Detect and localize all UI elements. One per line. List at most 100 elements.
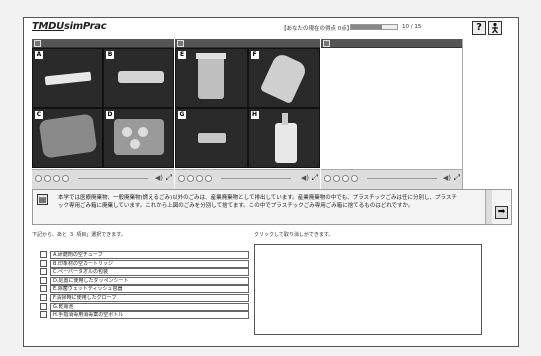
pump-shape	[281, 113, 288, 125]
avatar-button[interactable]	[488, 21, 502, 35]
lid-shape	[196, 53, 226, 59]
header-bar: TMDUsimPrac 【あなたの現在の得点 0点】 10 / 15 ?	[24, 18, 518, 38]
checkbox[interactable]	[40, 259, 47, 267]
glove-shape	[259, 51, 308, 105]
option-label[interactable]: E.除菌ウェットティッシュ容器	[50, 285, 249, 294]
seek-slider[interactable]	[221, 178, 291, 179]
play-button[interactable]	[178, 175, 185, 182]
seek-slider[interactable]	[367, 178, 437, 179]
app-logo: TMDUsimPrac	[32, 21, 107, 32]
instruction-suffix: 項目」選択できます。	[76, 232, 126, 238]
image-panel-1: A B C D ◀) ⤢	[32, 39, 174, 189]
panel-window-icon[interactable]	[34, 40, 41, 47]
option-label[interactable]: H.手指消毒用消毒薬の空ボトル	[50, 311, 249, 320]
panel-titlebar	[175, 39, 320, 48]
photo-label: F	[250, 51, 259, 59]
photo-label: D	[106, 111, 114, 119]
selected-answers-box[interactable]	[254, 244, 482, 335]
play-button[interactable]	[324, 175, 331, 182]
stop-button[interactable]	[53, 175, 60, 182]
instruction-prefix: 下記から、あと	[32, 232, 68, 238]
progress-text: 10 / 15	[402, 24, 422, 30]
pause-button[interactable]	[187, 175, 194, 182]
photo-a: A	[32, 48, 103, 108]
well-shape	[138, 127, 148, 137]
checkbox[interactable]	[40, 293, 47, 301]
well-shape	[130, 139, 140, 149]
option-label[interactable]: G.乾電池	[50, 302, 249, 311]
panel-window-icon[interactable]	[177, 40, 184, 47]
help-button[interactable]: ?	[472, 21, 486, 35]
panel-image: A B C D	[32, 48, 174, 168]
checkbox[interactable]	[40, 311, 47, 319]
score-label: 【あなたの現在の得点 0点】	[281, 26, 353, 32]
stop-button[interactable]	[196, 175, 203, 182]
photo-label: G	[178, 111, 186, 119]
bottle-shape	[274, 123, 297, 163]
panel-window-icon[interactable]	[323, 40, 330, 47]
speaker-icon[interactable]: ◀)	[155, 174, 163, 182]
play-button[interactable]	[35, 175, 42, 182]
checkbox[interactable]	[40, 276, 47, 284]
photo-e: E	[175, 48, 248, 108]
speaker-icon[interactable]: ◀)	[301, 174, 309, 182]
seek-slider[interactable]	[78, 178, 148, 179]
text-panel-icon[interactable]: ▤	[37, 194, 48, 205]
scrollbar[interactable]	[485, 190, 492, 224]
option-label[interactable]: F.清掃時に使用したグローブ	[50, 293, 249, 302]
rewind-button[interactable]	[351, 175, 358, 182]
checkbox[interactable]	[40, 268, 47, 276]
checkbox[interactable]	[40, 302, 47, 310]
speaker-icon[interactable]: ◀)	[443, 174, 451, 182]
photo-f: F	[247, 48, 320, 108]
progress-fill	[351, 25, 382, 29]
person-icon	[492, 22, 498, 34]
container-shape	[198, 55, 224, 99]
option-label[interactable]: C.ペーパータオルの包装	[50, 268, 249, 277]
option-label[interactable]: B.印象材の空カートリッジ	[50, 259, 249, 268]
panel-titlebar	[321, 39, 462, 48]
photo-label: C	[35, 111, 43, 119]
rewind-button[interactable]	[62, 175, 69, 182]
photo-h: H	[247, 108, 320, 168]
cartridge-shape	[118, 71, 164, 83]
panel-image-empty	[321, 48, 462, 168]
panel-titlebar	[32, 39, 174, 48]
image-panel-3: ◀) ⤢	[321, 39, 463, 189]
expand-icon[interactable]: ⤢	[454, 173, 460, 183]
tray-shape	[114, 119, 164, 155]
expand-icon[interactable]: ⤢	[312, 173, 318, 183]
progress-bar	[350, 24, 398, 30]
next-arrow-button[interactable]: ➡	[495, 206, 508, 219]
photo-g: G	[175, 108, 248, 168]
photo-c: C	[32, 108, 103, 168]
stop-button[interactable]	[342, 175, 349, 182]
question-text-bar: ▤ 本学では医療廃棄物、一般廃棄物(燃えるごみ)以外のごみは、産業廃棄物として排…	[32, 189, 512, 225]
option-label[interactable]: A.研磨剤の空チューブ	[50, 251, 249, 259]
question-text: 本学では医療廃棄物、一般廃棄物(燃えるごみ)以外のごみは、産業廃棄物として排出し…	[58, 195, 457, 209]
pause-button[interactable]	[44, 175, 51, 182]
app-window: TMDUsimPrac 【あなたの現在の得点 0点】 10 / 15 ? A B	[23, 17, 519, 347]
photo-label: B	[106, 51, 114, 59]
photo-label: A	[35, 51, 43, 59]
remaining-count: 3	[70, 232, 74, 238]
checkbox[interactable]	[40, 285, 47, 293]
image-panel-2: E F G H ◀) ⤢	[175, 39, 320, 189]
expand-icon[interactable]: ⤢	[166, 173, 172, 183]
checkbox[interactable]	[40, 251, 47, 258]
photo-label: H	[250, 111, 259, 119]
image-panels: A B C D ◀) ⤢ E F G H ◀) ⤢ ◀) ⤢	[32, 39, 512, 189]
undo-instruction: クリックして取り消しができます。	[254, 232, 334, 238]
photo-d: D	[103, 108, 174, 168]
panel-image: E F G H	[175, 48, 320, 168]
option-label[interactable]: D.処置に使用したダッペンシート	[50, 276, 249, 285]
pause-button[interactable]	[333, 175, 340, 182]
media-controls: ◀) ⤢	[321, 169, 462, 189]
wrapper-shape	[38, 113, 98, 159]
question-icon: ?	[476, 22, 482, 33]
photo-label: E	[178, 51, 186, 59]
media-controls: ◀) ⤢	[175, 169, 320, 189]
rewind-button[interactable]	[205, 175, 212, 182]
battery-shape	[198, 133, 226, 143]
media-controls: ◀) ⤢	[32, 169, 174, 189]
